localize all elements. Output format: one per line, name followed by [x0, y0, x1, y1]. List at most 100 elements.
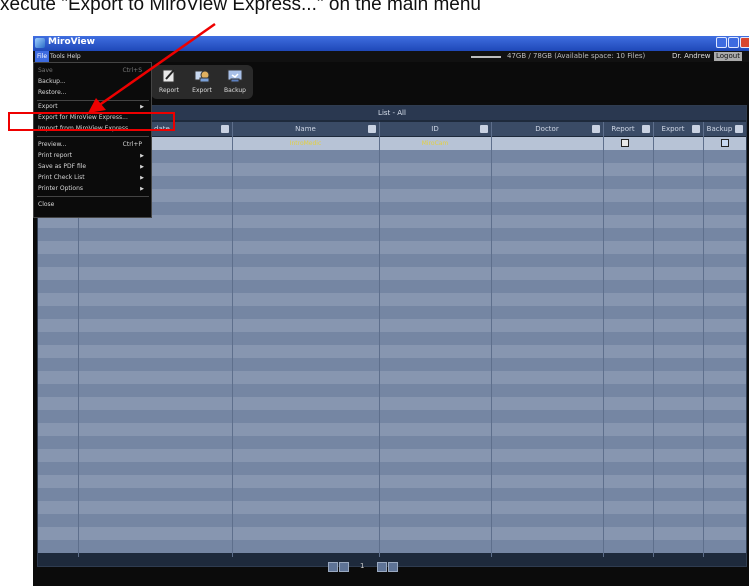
table-row[interactable] [38, 423, 746, 436]
menu-close[interactable]: Close [38, 200, 148, 210]
column-divider [653, 122, 654, 557]
table-row[interactable] [38, 358, 746, 371]
report-icon [162, 69, 175, 83]
export-tool-button[interactable]: Export [186, 65, 218, 99]
menu-tools[interactable]: Tools [48, 51, 67, 62]
export-dropdown-icon[interactable] [692, 125, 700, 133]
submenu-arrow-icon: ▶ [140, 175, 144, 181]
header-export-label: Export [661, 125, 685, 133]
table-row[interactable] [38, 280, 746, 293]
row-name: IntroMedic [289, 140, 322, 147]
table-row[interactable] [38, 332, 746, 345]
menu-preview-shortcut: Ctrl+P [122, 141, 142, 148]
menu-print-checklist[interactable]: Print Check List ▶ [38, 173, 148, 183]
submenu-arrow-icon: ▶ [140, 153, 144, 159]
table-row[interactable] [38, 306, 746, 319]
table-row[interactable] [38, 267, 746, 280]
backup-tool-button[interactable]: Backup [219, 65, 251, 99]
table-row[interactable] [38, 397, 746, 410]
highlight-box [8, 112, 175, 131]
table-row[interactable] [38, 410, 746, 423]
column-divider [491, 122, 492, 557]
menu-separator [37, 136, 149, 137]
menu-print-report-label: Print report [38, 152, 73, 159]
minimize-button[interactable] [716, 37, 727, 48]
header-doctor[interactable]: Doctor [491, 122, 603, 136]
prev-page-button[interactable] [339, 562, 349, 572]
close-button[interactable] [740, 37, 749, 48]
table-row[interactable] [38, 384, 746, 397]
maximize-button[interactable] [728, 37, 739, 48]
menu-separator [37, 100, 149, 101]
backup-dropdown-icon[interactable] [735, 125, 743, 133]
table-row[interactable] [38, 514, 746, 527]
table-row[interactable] [38, 475, 746, 488]
row-backup-icon[interactable] [721, 139, 729, 147]
table-row[interactable] [38, 501, 746, 514]
row-id: MiroCam [421, 140, 449, 147]
header-name-label: Name [295, 125, 316, 133]
menu-preview-label: Preview... [38, 141, 67, 148]
table-row[interactable] [38, 319, 746, 332]
menu-print-report[interactable]: Print report ▶ [38, 151, 148, 161]
menu-preview[interactable]: Preview... Ctrl+P [38, 140, 148, 150]
backup-icon [227, 69, 243, 83]
menu-separator [37, 196, 149, 197]
first-page-button[interactable] [328, 562, 338, 572]
menu-export-label: Export [38, 103, 58, 110]
menu-help[interactable]: Help [65, 51, 83, 62]
user-name: Dr. Andrew [672, 52, 711, 60]
report-dropdown-icon[interactable] [642, 125, 650, 133]
table-row[interactable] [38, 241, 746, 254]
instruction-caption: xecute "Export to MiroView Express..." o… [0, 0, 481, 15]
last-page-button[interactable] [388, 562, 398, 572]
header-id[interactable]: ID [379, 122, 491, 136]
table-row[interactable] [38, 527, 746, 540]
menu-backup[interactable]: Backup... [38, 77, 148, 87]
table-row[interactable] [38, 293, 746, 306]
date-dropdown-icon[interactable] [221, 125, 229, 133]
name-dropdown-icon[interactable] [368, 125, 376, 133]
table-row[interactable] [38, 228, 746, 241]
table-row[interactable] [38, 540, 746, 553]
table-row[interactable] [38, 254, 746, 267]
doctor-dropdown-icon[interactable] [592, 125, 600, 133]
menu-save[interactable]: Save Ctrl+S [38, 66, 148, 76]
table-row[interactable] [38, 449, 746, 462]
menu-save-shortcut: Ctrl+S [122, 67, 142, 74]
row-report-icon[interactable] [621, 139, 629, 147]
submenu-arrow-icon: ▶ [140, 186, 144, 192]
table-row[interactable] [38, 462, 746, 475]
page-number: 1 [360, 562, 365, 570]
header-report[interactable]: Report [603, 122, 653, 136]
menu-save-pdf[interactable]: Save as PDF file ▶ [38, 162, 148, 172]
table-row[interactable] [38, 488, 746, 501]
header-backup[interactable]: Backup [703, 122, 746, 136]
table-row[interactable] [38, 371, 746, 384]
report-tool-button[interactable]: Report [153, 65, 185, 99]
table-row[interactable] [38, 345, 746, 358]
menu-save-label: Save [38, 67, 53, 74]
menu-file[interactable]: File [35, 51, 50, 62]
report-tool-label: Report [159, 87, 179, 94]
logout-button[interactable]: Logout [714, 52, 742, 61]
menu-printer-options[interactable]: Printer Options ▶ [38, 184, 148, 194]
header-export[interactable]: Export [653, 122, 703, 136]
submenu-arrow-icon: ▶ [140, 164, 144, 170]
header-name[interactable]: Name [232, 122, 379, 136]
toolbar: Report Export Backup [151, 65, 253, 99]
title-bar: MiroView [33, 36, 749, 51]
menu-bar: File Tools Help 47GB / 78GB (Available s… [33, 51, 749, 62]
header-backup-label: Backup [706, 125, 733, 133]
table-row[interactable] [38, 436, 746, 449]
id-dropdown-icon[interactable] [480, 125, 488, 133]
menu-print-checklist-label: Print Check List [38, 174, 85, 181]
next-page-button[interactable] [377, 562, 387, 572]
column-divider [603, 122, 604, 557]
export-icon [194, 70, 210, 83]
menu-save-pdf-label: Save as PDF file [38, 163, 87, 170]
pagination: 1 [328, 562, 418, 574]
menu-export[interactable]: Export ▶ [38, 102, 148, 112]
menu-restore[interactable]: Restore... [38, 88, 148, 98]
header-id-label: ID [431, 125, 439, 133]
